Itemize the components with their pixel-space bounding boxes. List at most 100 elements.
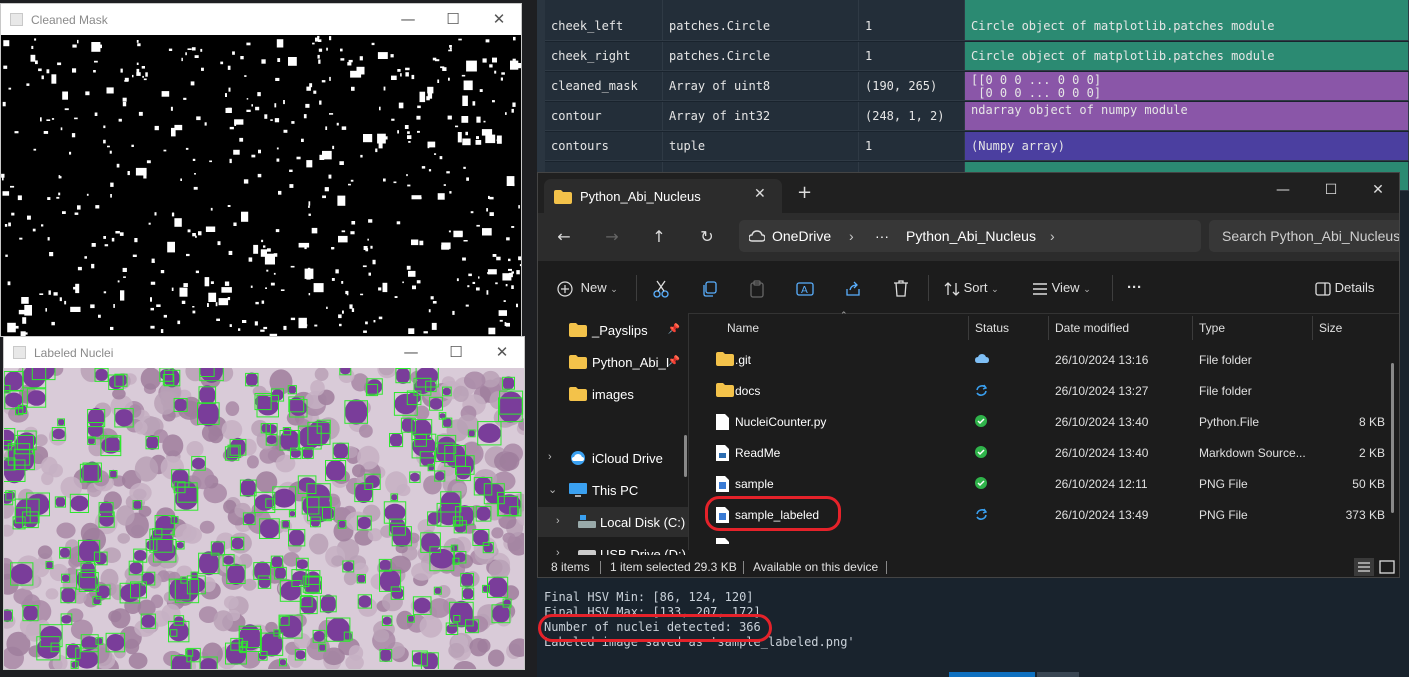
mask-blob (318, 59, 321, 64)
share-button[interactable] (845, 277, 861, 299)
breadcrumb-ellipsis[interactable]: ··· (875, 228, 889, 244)
mask-blob (383, 86, 386, 91)
mask-blob (2, 191, 10, 196)
large-icons-view-icon[interactable] (1378, 558, 1396, 576)
mask-blob (51, 118, 55, 120)
variable-row[interactable]: cheek_left patches.Circle 1 Circle object o… (537, 12, 1409, 42)
mask-blob (432, 301, 437, 304)
new-button[interactable]: New ⌄ (557, 277, 618, 299)
cleaned-mask-window[interactable]: Cleaned Mask — ☐ ✕ (0, 3, 522, 337)
console-scrollbar[interactable] (949, 672, 1035, 677)
details-button[interactable]: Details (1315, 277, 1374, 299)
nucleus (289, 400, 307, 416)
mask-blob (437, 79, 440, 83)
vertical-scrollbar[interactable] (1391, 363, 1394, 513)
nav-item-python-abi[interactable]: Python_Abi_I 📌 (538, 347, 688, 377)
app-icon (10, 13, 23, 26)
file-row[interactable]: ReadMe 26/10/2024 13:40 Markdown Source...… (698, 437, 1393, 468)
minimize-button[interactable]: — (399, 342, 423, 362)
nucleus (99, 501, 114, 518)
file-explorer-window[interactable]: Python_Abi_Nucleus ✕ + — ☐ ✕ ← → ↑ ↻ One… (537, 172, 1400, 578)
mask-blob (141, 66, 145, 69)
tab-python-abi-nucleus[interactable]: Python_Abi_Nucleus ✕ (544, 179, 782, 213)
nav-item-icloud-drive[interactable]: › iCloud Drive (538, 443, 688, 473)
maximize-button[interactable]: ☐ (441, 9, 465, 29)
close-button[interactable]: ✕ (1363, 180, 1393, 200)
nav-item-payslips[interactable]: _Payslips 📌 (538, 315, 688, 345)
nucleus (288, 385, 297, 394)
mask-blob (447, 115, 452, 120)
mask-blob (119, 232, 124, 236)
breadcrumb-folder[interactable]: Python_Abi_Nucleus (906, 228, 1036, 244)
file-row[interactable]: .git 26/10/2024 13:16 File folder (698, 344, 1393, 375)
address-bar[interactable]: OneDrive › ··· Python_Abi_Nucleus › (739, 220, 1201, 252)
variable-name: cleaned_mask (545, 72, 663, 101)
nucleus (300, 595, 318, 615)
sort-button[interactable]: Sort ⌄ (944, 277, 999, 299)
variable-row[interactable]: cheek_right patches.Circle 1 Circle object … (537, 42, 1409, 72)
refresh-icon[interactable]: ↻ (695, 226, 719, 248)
search-box[interactable]: Search Python_Abi_Nucleus (1209, 220, 1400, 252)
copy-button[interactable] (702, 277, 718, 299)
search-placeholder: Search Python_Abi_Nucleus (1222, 228, 1400, 244)
window-title: Cleaned Mask (31, 13, 108, 27)
minimize-button[interactable]: — (1268, 180, 1298, 200)
maximize-button[interactable]: ☐ (1316, 180, 1346, 200)
file-row[interactable]: sample 26/10/2024 12:11 PNG File 50 KB (698, 468, 1393, 499)
up-icon[interactable]: ↑ (647, 226, 671, 248)
file-row[interactable]: docs 26/10/2024 13:27 File folder (698, 375, 1393, 406)
more-options-button[interactable]: ··· (1127, 277, 1142, 299)
mask-blob (488, 327, 496, 335)
mask-blob (378, 316, 383, 320)
file-size: 373 KB (1345, 508, 1385, 522)
column-header-date[interactable]: Date modified (1055, 313, 1129, 343)
variable-row[interactable]: cleaned_mask Array of uint8 (190, 265) [[0 … (537, 72, 1409, 102)
column-header-name[interactable]: Name (727, 313, 759, 343)
nucleus (333, 442, 349, 460)
rename-button[interactable]: A (796, 277, 814, 299)
forward-icon[interactable]: → (600, 226, 624, 248)
expand-chevron-icon[interactable]: › (548, 451, 552, 463)
navpane-scrollbar[interactable] (684, 435, 687, 477)
title-bar[interactable]: Labeled Nuclei — ☐ ✕ (4, 337, 524, 368)
column-header-size[interactable]: Size (1319, 313, 1342, 343)
close-tab-icon[interactable]: ✕ (754, 186, 766, 202)
mask-blob (205, 226, 216, 232)
mask-blob (405, 72, 409, 77)
new-tab-button[interactable]: + (797, 182, 812, 203)
expand-chevron-icon[interactable]: ⌄ (548, 483, 557, 496)
breadcrumb-onedrive[interactable]: OneDrive (772, 228, 831, 244)
delete-button[interactable] (893, 277, 909, 299)
nucleus (326, 617, 350, 642)
nav-item-images[interactable]: images (538, 379, 688, 409)
minimize-button[interactable]: — (396, 9, 420, 29)
cut-button[interactable] (653, 277, 669, 299)
labeled-nuclei-window[interactable]: Labeled Nuclei — ☐ ✕ (3, 336, 525, 670)
mask-blob (181, 57, 183, 62)
mask-blob (367, 238, 369, 241)
variable-row[interactable]: contours tuple 1 (Numpy array) (537, 132, 1409, 162)
mask-blob (180, 178, 182, 181)
file-row[interactable] (698, 530, 1393, 544)
mask-blob (280, 289, 285, 291)
view-button[interactable]: View ⌄ (1032, 277, 1091, 299)
variable-row[interactable]: contour Array of int32 (248, 1, 2) ndarray … (537, 102, 1409, 132)
column-header-status[interactable]: Status (975, 313, 1009, 343)
details-view-icon[interactable] (1354, 558, 1374, 576)
red-blood-cell (463, 371, 486, 390)
nav-item-this-pc[interactable]: ⌄ This PC (538, 475, 688, 505)
close-button[interactable]: ✕ (487, 9, 511, 29)
mask-blob (501, 72, 505, 75)
mask-blob (91, 263, 95, 269)
close-button[interactable]: ✕ (490, 342, 514, 362)
title-bar[interactable]: Cleaned Mask — ☐ ✕ (1, 4, 521, 35)
file-row[interactable]: NucleiCounter.py 26/10/2024 13:40 Python.F… (698, 406, 1393, 437)
maximize-button[interactable]: ☐ (444, 342, 468, 362)
expand-chevron-icon[interactable]: › (556, 515, 560, 527)
back-icon[interactable]: ← (552, 226, 576, 248)
nav-item-local-disk[interactable]: › Local Disk (C:) (538, 507, 688, 537)
variable-value: Circle object of matplotlib.patches modu… (965, 42, 1409, 71)
column-header-type[interactable]: Type (1199, 313, 1225, 343)
paste-button[interactable] (749, 277, 765, 299)
mask-blob (373, 320, 376, 323)
